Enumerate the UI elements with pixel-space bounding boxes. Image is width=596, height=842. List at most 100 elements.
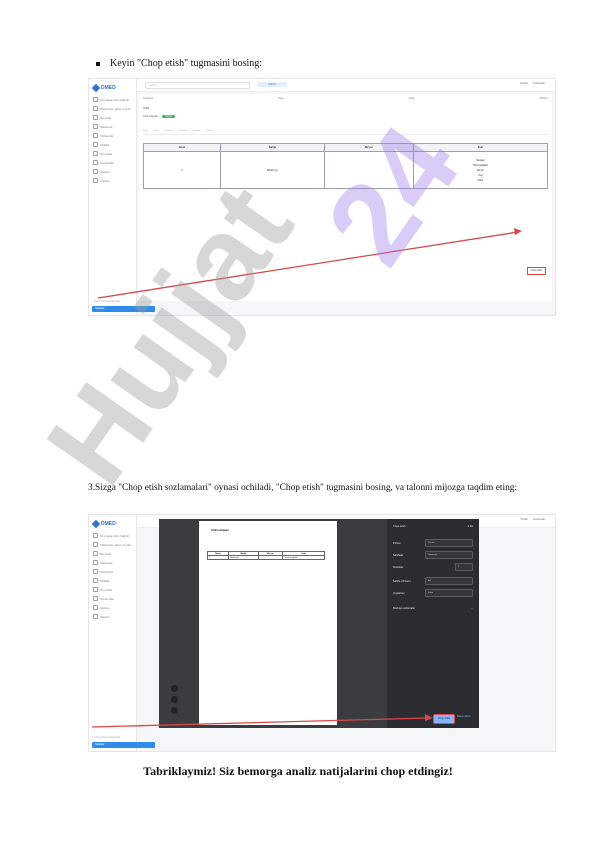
print-option-row: Printer Printer: [393, 539, 473, 547]
sidebar-item[interactable]: Ro'yxatlar: [93, 151, 112, 156]
toolbar-item[interactable]: Jadval: [206, 130, 212, 132]
logo-mark-icon: [91, 83, 101, 93]
sidebar-item[interactable]: Sozlamalar: [93, 160, 114, 165]
info-field: Sana: [278, 97, 284, 100]
option-label: Sahifa o'lchami: [393, 579, 411, 583]
menu-icon: [93, 587, 98, 592]
search-input[interactable]: Qidiruv: [145, 82, 250, 89]
sidebar-item[interactable]: Statsionar: [93, 124, 113, 129]
top-bar: Qidiruv Qidirish Yordam Sozlamalar: [137, 79, 555, 92]
table-cell: 1: [143, 151, 221, 189]
dialog-cancel-button[interactable]: Bekor qilish: [457, 715, 470, 718]
sidebar-item[interactable]: Hisobot: [93, 605, 109, 610]
printer-select[interactable]: Printer: [425, 539, 473, 547]
table-cell: [323, 151, 414, 189]
toolbar-item[interactable]: Fayl: [143, 130, 147, 132]
top-right-menu: Yordam Sozlamalar: [520, 518, 545, 521]
top-right-menu: Yordam Sozlamalar: [520, 82, 545, 85]
option-label: Printer: [393, 541, 401, 545]
menu-icon: [93, 542, 98, 547]
layout-select[interactable]: Kitob: [425, 589, 473, 597]
toolbar-item[interactable]: Qo'shish: [179, 130, 187, 132]
sidebar-item[interactable]: Ro'yxatga olish (Qabul): [93, 97, 129, 102]
sidebar-item[interactable]: Shifokorlar qabul ro'yxati: [93, 542, 131, 547]
menu-icon: [93, 97, 98, 102]
print-option-row: Sahifa o'lchami A4: [393, 577, 473, 585]
sidebar-item-label: Sozlamalar: [100, 596, 114, 601]
help-link[interactable]: Yordam: [520, 518, 528, 521]
sidebar-item[interactable]: Statsionar: [93, 560, 113, 565]
more-settings-label[interactable]: Boshqa sozlamalar: [393, 607, 415, 610]
zoom-out-icon[interactable]: [171, 696, 178, 703]
menu-icon: [93, 569, 98, 574]
print-button[interactable]: Chop etish: [526, 267, 546, 275]
section-title: Tahlil: [143, 107, 149, 110]
sidebar-item[interactable]: Shifokorlar: [93, 569, 113, 574]
menu-icon: [93, 178, 98, 183]
toolbar-item[interactable]: Ko'rinish: [165, 130, 173, 132]
sidebar-item[interactable]: Bemorlar: [93, 115, 111, 120]
settings-link[interactable]: Sozlamalar: [533, 82, 545, 85]
sidebar-item[interactable]: Bemorlar: [93, 551, 111, 556]
dialog-print-button[interactable]: Chop etish: [433, 714, 455, 724]
menu-icon: [93, 596, 98, 601]
sidebar-item-label: Tahlillar: [100, 578, 110, 583]
footer-tab[interactable]: Natijalar: [92, 742, 155, 748]
table-cell: Biokimyo: [228, 555, 259, 560]
brand-name: DMED: [101, 521, 116, 527]
print-settings-panel: Chop etish 1 list Printer Printer Sahifa…: [387, 519, 479, 728]
menu-icon: [93, 133, 98, 138]
info-field: Tekshiruv: [143, 97, 154, 100]
sidebar-item[interactable]: Ro'yxatga olish (Qabul): [93, 533, 129, 538]
pages-select[interactable]: Hammasi: [425, 551, 473, 559]
search-button[interactable]: Qidirish: [257, 82, 287, 87]
option-label: Sahifalar: [393, 553, 404, 557]
toolbar-item[interactable]: Format: [193, 130, 200, 132]
footer-tab[interactable]: Natijalar: [92, 306, 155, 312]
preview-table: Nomi Natija Me'yor Izoh 1 Biokimyo Tahli…: [206, 551, 325, 560]
sidebar-item[interactable]: Ro'yxatlar: [93, 587, 112, 592]
screenshot-print-button: DMED Ro'yxatga olish (Qabul) Shifokorlar…: [88, 78, 556, 316]
sidebar-item-label: Shifokorlar: [100, 133, 114, 138]
sidebar-item[interactable]: Chiqish: [93, 614, 109, 619]
sidebar-item-label: Ro'yxatga olish (Qabul): [100, 97, 129, 102]
sidebar-item-label: Hisobot: [100, 605, 110, 610]
settings-link[interactable]: Sozlamalar: [533, 518, 545, 521]
option-label: Nusxalar: [393, 565, 404, 569]
table-cell: Natijalar Tahlil natijalari Me'yor Izoh …: [412, 151, 549, 189]
logo-mark-icon: [91, 519, 101, 529]
sidebar-item-label: Statsionar: [100, 124, 113, 129]
sidebar-item[interactable]: Hisobot: [93, 169, 109, 174]
sidebar-item[interactable]: Tahlillar: [93, 578, 109, 583]
column-header: Nomi: [143, 143, 221, 152]
print-preview-page: Tahlil natijalari Nomi Natija Me'yor Izo…: [199, 521, 337, 725]
step3-text: Sizga "Chop etish sozlamalari" oynasi oc…: [95, 483, 518, 493]
sidebar-item-label: Sozlamalar: [100, 160, 114, 165]
column-header: Natija: [219, 143, 325, 152]
table-cell: Tahlil natijalari: [282, 555, 325, 560]
step-number: 3.: [88, 483, 96, 493]
zoom-in-icon[interactable]: [171, 685, 178, 692]
sidebar-item[interactable]: Chiqish: [93, 178, 109, 183]
more-settings-row[interactable]: Boshqa sozlamalar ⌄: [393, 607, 473, 610]
cell-line: Holat: [477, 178, 484, 182]
brand-name: DMED: [101, 85, 116, 91]
final-message: Tabriklaymiz! Siz bemorga analiz natijal…: [143, 764, 453, 778]
table-cell: Biokimyo: [219, 151, 325, 189]
paper-size-select[interactable]: A4: [425, 577, 473, 585]
sidebar-item[interactable]: Tahlillar: [93, 142, 109, 147]
toolbar-item[interactable]: Tahrir: [153, 130, 158, 132]
help-link[interactable]: Yordam: [520, 82, 528, 85]
copies-input[interactable]: 1: [455, 563, 473, 571]
sidebar-item-label: Shifokorlar qabul ro'yxati: [100, 106, 131, 111]
sidebar-item[interactable]: Sozlamalar: [93, 596, 114, 601]
fit-page-icon[interactable]: [171, 707, 178, 714]
sidebar-item[interactable]: Shifokorlar: [93, 133, 113, 138]
sidebar-item[interactable]: Shifokorlar qabul ro'yxati: [93, 106, 131, 111]
info-field: Holat: [408, 97, 415, 100]
menu-icon: [93, 151, 98, 156]
column-header: Izoh: [412, 143, 549, 152]
screenshot-print-dialog: DMED Ro'yxatga olish (Qabul) Shifokorlar…: [88, 514, 556, 752]
table-header-row: Nomi Natija Me'yor Izoh: [143, 143, 549, 152]
bullet-square-icon: [96, 61, 100, 66]
